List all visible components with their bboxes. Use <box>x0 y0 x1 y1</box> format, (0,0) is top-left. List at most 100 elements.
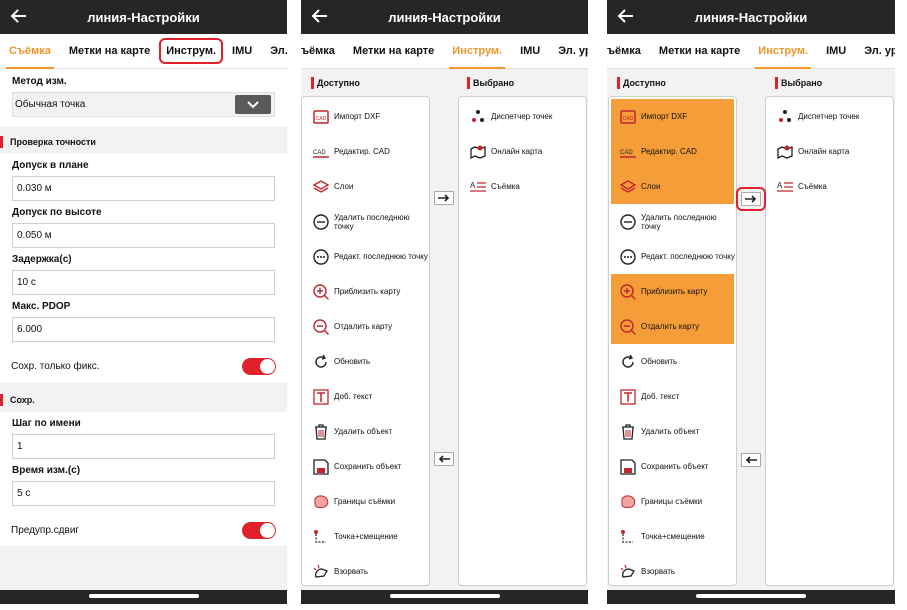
tool-item[interactable]: Взорвать <box>609 554 736 585</box>
tab-map-labels[interactable]: Метки на карте <box>650 34 749 69</box>
tool-item[interactable]: CAD Редактир. CAD <box>302 134 429 169</box>
tool-item[interactable]: A Съёмка <box>459 169 586 204</box>
back-arrow-icon[interactable] <box>617 7 635 25</box>
tool-item[interactable]: Сохранить объект <box>609 449 736 484</box>
tab-bar: ъёмка Метки на карте Инструм. IMU Эл. ур… <box>301 34 588 69</box>
available-list[interactable]: CAD Импорт DXF CAD Редактир. CAD Слои Удалить… <box>608 96 737 586</box>
tool-item-label: Редактир. CAD <box>334 147 390 156</box>
tool-item-label: Отдалить карту <box>641 322 700 331</box>
name-step-input[interactable]: 1 <box>12 434 275 459</box>
back-arrow-icon[interactable] <box>10 7 28 25</box>
tool-item-label: Удалить последнюю точку <box>641 212 717 231</box>
offset-warn-toggle[interactable] <box>242 521 276 539</box>
tool-item[interactable]: Доб. текст <box>609 379 736 414</box>
tool-item[interactable]: Онлайн карта <box>766 134 893 169</box>
delay-label: Задержка(с) <box>12 254 72 265</box>
tool-item[interactable]: Обновить <box>609 344 736 379</box>
fixed-only-row: Сохр. только фикс. <box>0 350 287 382</box>
tool-item[interactable]: Удалить последнюю точку <box>302 204 429 239</box>
tab-imu[interactable]: IMU <box>817 34 855 69</box>
tab-e-level[interactable]: Эл. уровень <box>855 34 895 69</box>
arrow-right-icon <box>745 195 757 203</box>
tool-item[interactable]: Слои <box>302 169 429 204</box>
tool-item-label: Импорт DXF <box>641 112 688 121</box>
svg-text:CAD: CAD <box>313 150 326 156</box>
tool-item[interactable]: CAD Импорт DXF <box>302 99 429 134</box>
move-right-button[interactable] <box>736 187 766 211</box>
v-tolerance-label: Допуск по высоте <box>12 207 102 218</box>
delay-input[interactable]: 10 с <box>12 270 275 295</box>
boundary-icon <box>314 494 329 508</box>
tab-imu[interactable]: IMU <box>511 34 549 69</box>
explode-icon <box>313 564 328 578</box>
top-bar: линия-Настройки <box>0 0 287 34</box>
settings-screen-survey: линия-Настройки Съёмка Метки на карте Ин… <box>0 0 287 604</box>
tool-item[interactable]: Редакт. последнюю точку <box>609 239 736 274</box>
tab-tools[interactable]: Инструм. <box>159 38 224 64</box>
pdop-input[interactable]: 6.000 <box>12 317 275 342</box>
tool-item[interactable]: Редакт. последнюю точку <box>302 239 429 274</box>
selected-list[interactable]: Диспетчер точек Онлайн карта A Съёмка <box>458 96 587 586</box>
tool-item[interactable]: Доб. текст <box>302 379 429 414</box>
tool-item-label: Редакт. последнюю точку <box>641 252 735 261</box>
tab-map-labels[interactable]: Метки на карте <box>60 34 159 69</box>
survey-list-icon: A <box>470 181 486 192</box>
tab-e-level[interactable]: Эл. <box>261 34 287 69</box>
tool-item[interactable]: Приблизить карту <box>611 274 734 309</box>
tool-item-label: Удалить объект <box>641 427 700 436</box>
meas-time-input[interactable]: 5 с <box>12 481 275 506</box>
tool-item-label: Взорвать <box>334 567 369 576</box>
back-arrow-icon[interactable] <box>311 7 329 25</box>
move-left-button[interactable] <box>741 453 761 467</box>
tool-item[interactable]: Точка+смещение <box>302 519 429 554</box>
tab-map-labels[interactable]: Метки на карте <box>344 34 443 69</box>
tool-item[interactable]: CAD Импорт DXF <box>611 99 734 134</box>
tool-item[interactable]: Диспетчер точек <box>459 99 586 134</box>
dots-circle-icon <box>620 248 636 265</box>
tool-item[interactable]: Приблизить карту <box>302 274 429 309</box>
tool-item-label: Онлайн карта <box>798 147 850 156</box>
tool-item[interactable]: Границы съёмки <box>609 484 736 519</box>
tool-item[interactable]: Удалить объект <box>609 414 736 449</box>
tab-survey[interactable]: ъёмка <box>607 34 650 69</box>
tool-item-label: Точка+смещение <box>641 532 705 541</box>
tab-survey[interactable]: ъёмка <box>301 34 344 69</box>
tool-item[interactable]: Удалить объект <box>302 414 429 449</box>
tab-imu[interactable]: IMU <box>223 34 261 69</box>
tool-item[interactable]: Слои <box>611 169 734 204</box>
trash-icon <box>315 423 327 440</box>
tool-item[interactable]: Удалить последнюю точку <box>609 204 736 239</box>
tool-item[interactable]: Онлайн карта <box>459 134 586 169</box>
method-select[interactable]: Обычная точка <box>12 92 275 117</box>
move-right-button[interactable] <box>434 191 454 205</box>
tool-item-label: Удалить объект <box>334 427 393 436</box>
method-value: Обычная точка <box>15 99 86 110</box>
tab-survey[interactable]: Съёмка <box>0 34 60 69</box>
tool-item[interactable]: Взорвать <box>302 554 429 585</box>
point-manager-icon <box>472 109 484 122</box>
v-tolerance-input[interactable]: 0.050 м <box>12 223 275 248</box>
offset-warn-row: Предупр.сдвиг <box>0 514 287 546</box>
tab-tools[interactable]: Инструм. <box>749 34 817 69</box>
page-title: линия-Настройки <box>87 9 200 25</box>
tool-item[interactable]: Обновить <box>302 344 429 379</box>
tool-item-label: Диспетчер точек <box>798 112 860 121</box>
tool-item[interactable]: Диспетчер точек <box>766 99 893 134</box>
tool-item[interactable]: Сохранить объект <box>302 449 429 484</box>
tool-item[interactable]: Границы съёмки <box>302 484 429 519</box>
tool-item[interactable]: Отдалить карту <box>611 309 734 344</box>
selected-list[interactable]: Диспетчер точек Онлайн карта A Съёмка <box>765 96 894 586</box>
tool-item[interactable]: A Съёмка <box>766 169 893 204</box>
svg-text:CAD: CAD <box>623 116 634 122</box>
available-list[interactable]: CAD Импорт DXF CAD Редактир. CAD Слои Удалить… <box>301 96 430 586</box>
fixed-only-toggle[interactable] <box>242 357 276 375</box>
tool-item[interactable]: CAD Редактир. CAD <box>611 134 734 169</box>
chevron-down-icon[interactable] <box>235 95 271 114</box>
tab-tools[interactable]: Инструм. <box>443 34 511 69</box>
tool-item[interactable]: Точка+смещение <box>609 519 736 554</box>
svg-text:CAD: CAD <box>620 150 633 156</box>
tab-e-level[interactable]: Эл. уровень <box>549 34 588 69</box>
move-left-button[interactable] <box>434 452 454 466</box>
tool-item[interactable]: Отдалить карту <box>302 309 429 344</box>
hz-tolerance-input[interactable]: 0.030 м <box>12 176 275 201</box>
